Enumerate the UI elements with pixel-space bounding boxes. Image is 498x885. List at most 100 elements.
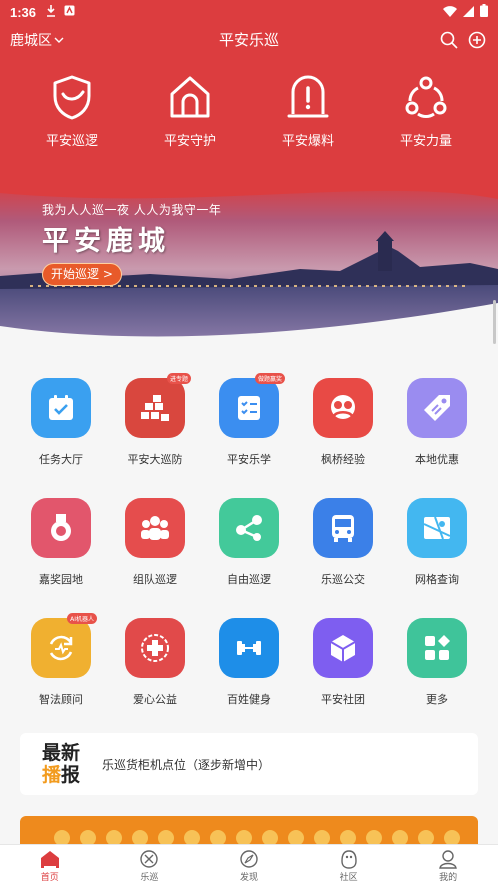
portrait-icon: [331, 395, 355, 419]
news-tag-rest: 报: [61, 764, 81, 786]
grid-label: 网格查询: [415, 573, 459, 586]
grid-label: 组队巡逻: [133, 573, 177, 586]
tab-mine[interactable]: 我的: [398, 845, 498, 885]
checklist-icon: [238, 396, 260, 420]
tab-community[interactable]: 社区: [299, 845, 399, 885]
tab-label: 我的: [439, 873, 458, 883]
hero-label: 平安巡逻: [45, 134, 98, 149]
grid-tile: [313, 498, 373, 558]
promo-decoration: [210, 830, 226, 844]
grid-tile: AI机器人: [31, 613, 97, 678]
news-tag: 最新 播报: [42, 742, 80, 786]
network-icon: [405, 76, 447, 119]
grid-label: 乐巡公交: [321, 573, 365, 586]
promo-decoration: [54, 830, 70, 844]
status-bar: 1:36: [0, 0, 498, 24]
grid-tile: [407, 498, 467, 558]
grid-tile: [313, 618, 373, 678]
red-cross-icon: [141, 634, 169, 662]
shield-icon: [53, 75, 91, 120]
grid-item-task-hall[interactable]: 任务大厅: [14, 378, 108, 467]
hero-item-report[interactable]: 平安爆料: [268, 74, 348, 149]
grid-label: 本地优惠: [415, 453, 459, 466]
grid-tile: [407, 378, 467, 438]
grid-tile: [407, 618, 467, 678]
grid-item-big-patrol[interactable]: 进专题 平安大巡防: [108, 373, 202, 467]
add-circle-icon[interactable]: [467, 30, 487, 50]
promo-decoration: [392, 830, 408, 844]
news-tag-accent: 播: [42, 764, 62, 786]
start-patrol-button[interactable]: 开始巡逻 >: [42, 263, 122, 286]
patrol-icon: [140, 850, 159, 868]
scrollbar[interactable]: [493, 300, 496, 344]
home-icon: [40, 851, 59, 868]
grid-item-fengqiao[interactable]: 枫桥经验: [296, 378, 390, 467]
grid-item-learning[interactable]: 做题赢奖 平安乐学: [202, 373, 296, 467]
chevron-down-icon: [54, 32, 64, 48]
hero-item-power[interactable]: 平安力量: [386, 74, 466, 149]
app-header: 鹿城区 平安乐巡: [0, 24, 498, 56]
promo-decoration: [314, 830, 330, 844]
medal-icon: [51, 514, 71, 541]
grid-item-team-patrol[interactable]: 组队巡逻: [108, 498, 202, 587]
promo-decoration: [80, 830, 96, 844]
status-right: [443, 4, 488, 20]
grid-label: 平安乐学: [227, 453, 271, 466]
grid-item-charity[interactable]: 爱心公益: [108, 618, 202, 707]
banner-title: 平安鹿城: [42, 226, 170, 257]
hero-item-patrol[interactable]: 平安巡逻: [32, 74, 112, 149]
grid-label: 自由巡逻: [227, 573, 271, 586]
apps-icon: [425, 635, 450, 660]
grid-item-free-patrol[interactable]: 自由巡逻: [202, 498, 296, 587]
news-ticker[interactable]: 最新 播报 乐巡货柜机点位（逐步新增中）: [20, 733, 478, 795]
grid-tile: [31, 498, 91, 558]
grid-label: 更多: [426, 693, 448, 706]
wifi-icon: [443, 5, 457, 20]
grid-item-fitness[interactable]: 百姓健身: [202, 618, 296, 707]
promo-decoration: [106, 830, 122, 844]
grid-tile: [219, 498, 279, 558]
share-nodes-icon: [236, 515, 262, 541]
news-tag-line2: 播报: [42, 764, 80, 786]
grid-badge: 做题赢奖: [254, 373, 285, 384]
bus-icon: [332, 515, 354, 542]
promo-decoration: [262, 830, 278, 844]
promo-decoration: [366, 830, 382, 844]
grid-label: 任务大厅: [39, 453, 83, 466]
grid-label: 平安大巡防: [127, 453, 183, 466]
refresh-pulse-icon: [49, 635, 73, 661]
tab-label: 社区: [339, 873, 358, 883]
grid-item-grid-query[interactable]: 网格查询: [390, 498, 484, 587]
tab-label: 乐巡: [140, 873, 159, 883]
grid-label: 爱心公益: [133, 693, 177, 706]
community-icon: [340, 850, 357, 869]
grid-item-discount[interactable]: 本地优惠: [390, 378, 484, 467]
promo-banner[interactable]: 我为人人巡一夜 人人为我守一年 平安鹿城 开始巡逻 >: [0, 181, 498, 341]
promo-decoration: [340, 830, 356, 844]
house-icon: [170, 76, 210, 118]
grid-item-more[interactable]: 更多: [390, 618, 484, 707]
promo-decoration: [444, 830, 460, 844]
hero-label: 平安爆料: [281, 134, 334, 149]
grid-label: 智法顾问: [39, 693, 83, 706]
search-icon[interactable]: [439, 30, 459, 50]
grid-tile: 进专题: [125, 373, 191, 438]
grid-item-reward[interactable]: 嘉奖园地: [14, 498, 108, 587]
grid-item-law-advisor[interactable]: AI机器人 智法顾问: [14, 613, 108, 707]
grid-item-club[interactable]: 平安社团: [296, 618, 390, 707]
promo-decoration: [184, 830, 200, 844]
tab-patrol[interactable]: 乐巡: [100, 845, 200, 885]
grid-tile: [125, 498, 185, 558]
district-selector[interactable]: 鹿城区: [10, 30, 64, 50]
grid-label: 嘉奖园地: [39, 573, 83, 586]
tab-discover[interactable]: 发现: [199, 845, 299, 885]
promo-strip[interactable]: [20, 816, 478, 844]
grid-item-bus[interactable]: 乐巡公交: [296, 498, 390, 587]
tab-label: 首页: [40, 873, 59, 883]
grid-label: 平安社团: [321, 693, 365, 706]
hero-item-guard[interactable]: 平安守护: [150, 74, 230, 149]
promo-decoration: [236, 830, 252, 844]
promo-decoration: [288, 830, 304, 844]
tab-home[interactable]: 首页: [0, 845, 100, 885]
news-headline[interactable]: 乐巡货柜机点位（逐步新增中）: [102, 756, 270, 773]
